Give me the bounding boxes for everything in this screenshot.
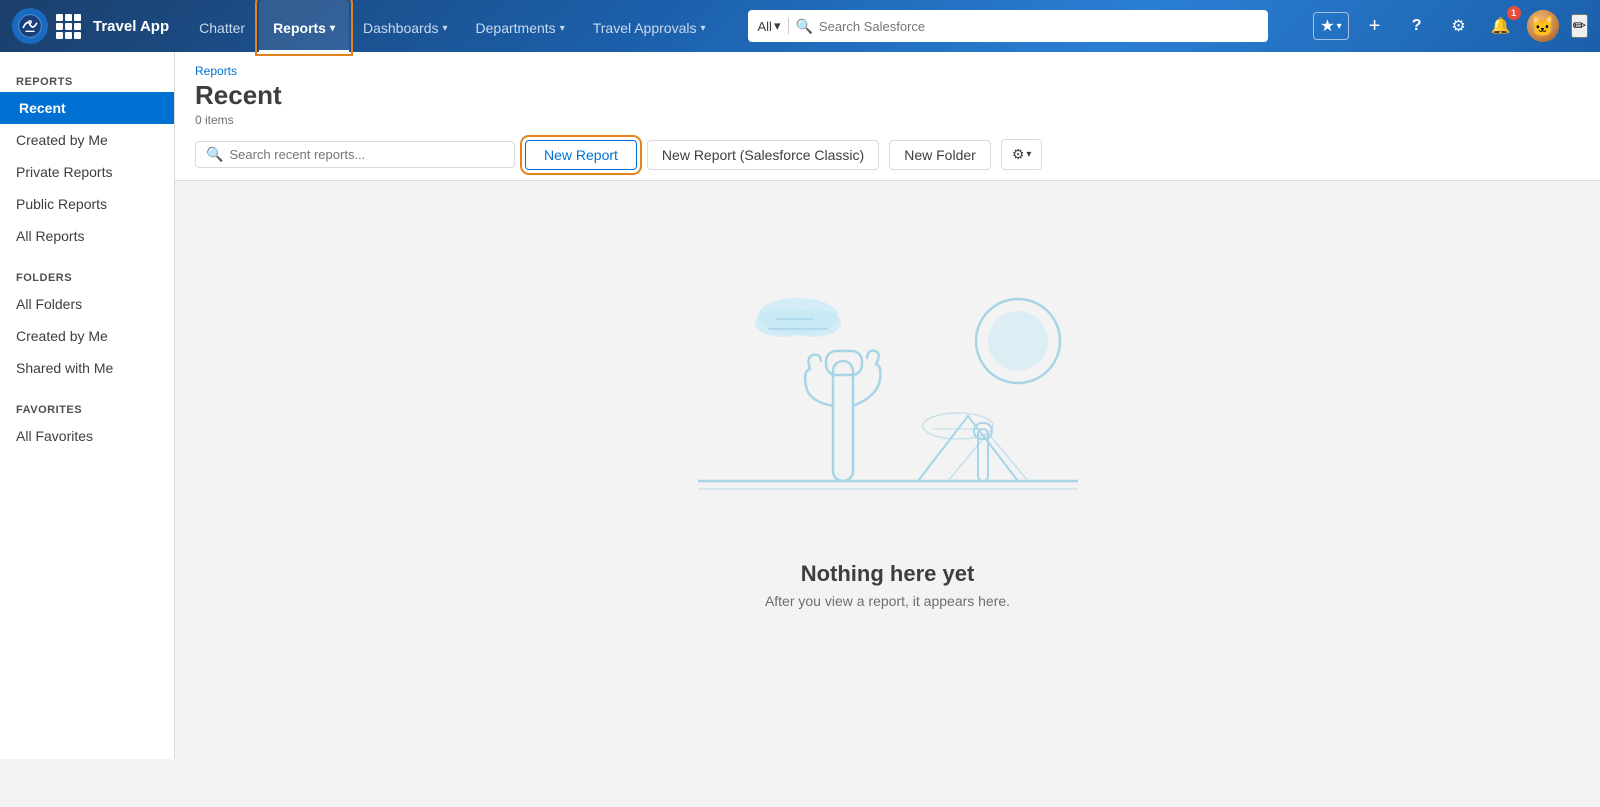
sidebar-item-created-by-me[interactable]: Created by Me bbox=[0, 124, 174, 156]
favorites-section-label: FAVORITES bbox=[0, 396, 174, 420]
new-report-button[interactable]: New Report bbox=[525, 140, 637, 170]
nav-dashboards[interactable]: Dashboards ▾ bbox=[349, 0, 462, 52]
star-chevron-icon: ▾ bbox=[1337, 21, 1342, 32]
reports-section-label: REPORTS bbox=[0, 68, 174, 92]
nav-departments[interactable]: Departments ▾ bbox=[462, 0, 579, 52]
new-folder-button[interactable]: New Folder bbox=[889, 140, 991, 170]
empty-state-illustration bbox=[638, 261, 1138, 541]
main-toolbar: 🔍 New Report New Report (Salesforce Clas… bbox=[195, 139, 1580, 170]
nav-reports[interactable]: Reports ▾ bbox=[259, 0, 349, 52]
sidebar-divider-1 bbox=[0, 252, 174, 264]
settings-button[interactable]: ⚙ bbox=[1443, 10, 1475, 42]
top-nav-actions: ★ ▾ + ? ⚙ 🔔 1 🐱 bbox=[1313, 10, 1558, 42]
sidebar-item-all-reports[interactable]: All Reports bbox=[0, 220, 174, 252]
reports-chevron-icon: ▾ bbox=[330, 23, 335, 34]
sidebar-item-folders-created-by-me[interactable]: Created by Me bbox=[0, 320, 174, 352]
search-reports-icon: 🔍 bbox=[206, 146, 223, 163]
add-button[interactable]: + bbox=[1359, 10, 1391, 42]
settings-chevron-icon: ▾ bbox=[1026, 149, 1031, 160]
gear-icon: ⚙ bbox=[1012, 146, 1025, 163]
search-reports-bar: 🔍 bbox=[195, 141, 515, 168]
notifications-button[interactable]: 🔔 1 bbox=[1485, 10, 1517, 42]
top-navigation: Travel App Chatter Reports ▾ Dashboards … bbox=[0, 0, 1600, 52]
help-button[interactable]: ? bbox=[1401, 10, 1433, 42]
empty-state: Nothing here yet After you view a report… bbox=[175, 181, 1600, 689]
sidebar-item-public-reports[interactable]: Public Reports bbox=[0, 188, 174, 220]
nav-travel-approvals[interactable]: Travel Approvals ▾ bbox=[579, 0, 720, 52]
main-content: Reports Recent 0 items 🔍 New Report New … bbox=[175, 52, 1600, 759]
search-reports-input[interactable] bbox=[229, 147, 504, 162]
travel-approvals-chevron-icon: ▾ bbox=[700, 23, 705, 34]
favorites-button[interactable]: ★ ▾ bbox=[1313, 12, 1348, 40]
page-title: Recent bbox=[195, 80, 1580, 111]
avatar-image: 🐱 bbox=[1527, 10, 1559, 42]
content-area: REPORTS Recent Created by Me Private Rep… bbox=[0, 52, 1600, 759]
global-search-bar: All ▾ 🔍 bbox=[748, 10, 1268, 42]
items-count: 0 items bbox=[195, 113, 1580, 127]
departments-chevron-icon: ▾ bbox=[560, 23, 565, 34]
sidebar-item-private-reports[interactable]: Private Reports bbox=[0, 156, 174, 188]
main-header: Reports Recent 0 items 🔍 New Report New … bbox=[175, 52, 1600, 181]
app-name: Travel App bbox=[93, 18, 169, 35]
search-icon: 🔍 bbox=[795, 18, 812, 35]
dashboards-chevron-icon: ▾ bbox=[443, 23, 448, 34]
sidebar-divider-2 bbox=[0, 384, 174, 396]
settings-dropdown-button[interactable]: ⚙ ▾ bbox=[1001, 139, 1043, 170]
new-report-classic-button[interactable]: New Report (Salesforce Classic) bbox=[647, 140, 879, 170]
star-icon: ★ bbox=[1320, 16, 1334, 36]
scope-chevron-icon: ▾ bbox=[774, 18, 781, 34]
nav-chatter[interactable]: Chatter bbox=[185, 0, 259, 52]
sidebar: REPORTS Recent Created by Me Private Rep… bbox=[0, 52, 175, 759]
notification-count: 1 bbox=[1507, 6, 1521, 20]
sidebar-item-recent[interactable]: Recent bbox=[0, 92, 174, 124]
folders-section-label: FOLDERS bbox=[0, 264, 174, 288]
app-logo[interactable] bbox=[12, 8, 48, 44]
user-avatar[interactable]: 🐱 bbox=[1527, 10, 1559, 42]
sidebar-item-all-folders[interactable]: All Folders bbox=[0, 288, 174, 320]
global-search-input[interactable] bbox=[819, 19, 1258, 34]
empty-state-subtitle: After you view a report, it appears here… bbox=[765, 593, 1010, 609]
breadcrumb[interactable]: Reports bbox=[195, 64, 1580, 78]
empty-state-title: Nothing here yet bbox=[801, 561, 975, 587]
edit-nav-button[interactable]: ✏ bbox=[1571, 14, 1588, 38]
app-grid-icon[interactable] bbox=[56, 14, 81, 39]
search-scope-selector[interactable]: All ▾ bbox=[758, 18, 790, 34]
sidebar-item-shared-with-me[interactable]: Shared with Me bbox=[0, 352, 174, 384]
sidebar-item-all-favorites[interactable]: All Favorites bbox=[0, 420, 174, 452]
